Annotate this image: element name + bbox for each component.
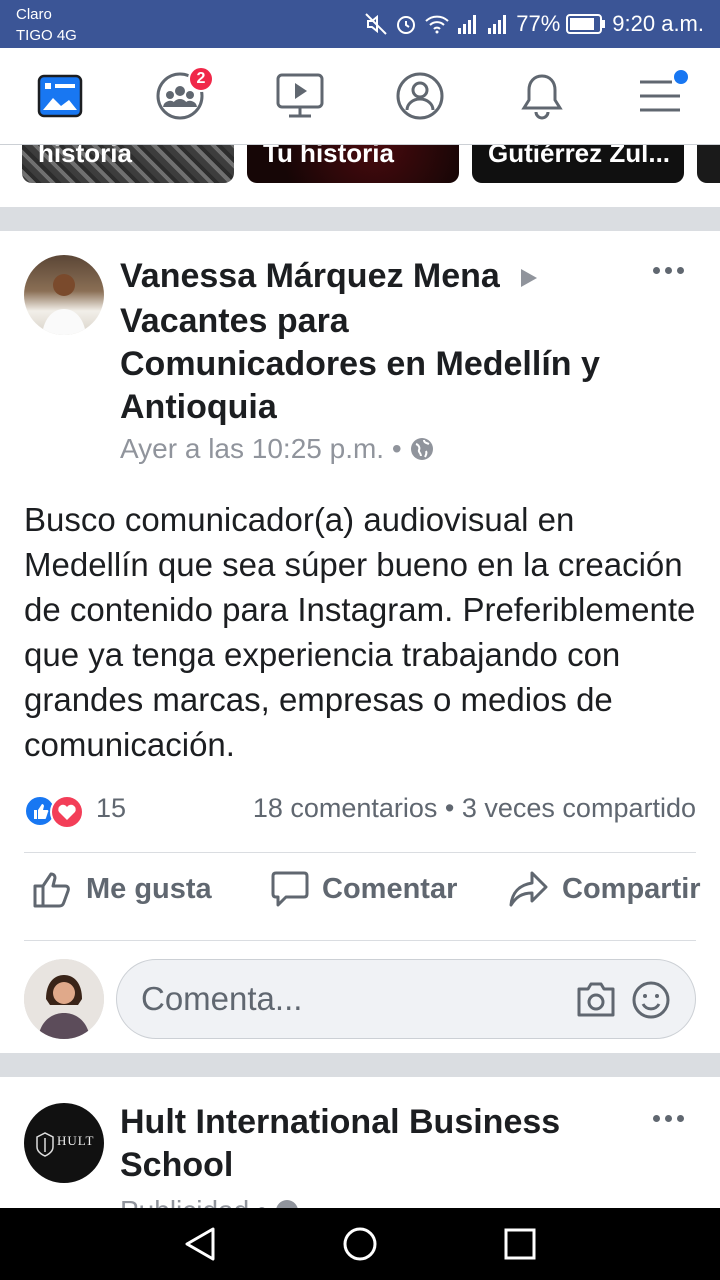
sponsored-post-card: HULT Hult International Business School … [0, 1077, 720, 1208]
post-meta: Ayer a las 10:25 p.m. • [120, 433, 434, 465]
news-feed-tab[interactable] [32, 70, 88, 122]
comment-placeholder: Comenta... [141, 980, 303, 1017]
android-nav-bar [0, 1208, 720, 1280]
author-avatar[interactable] [24, 255, 104, 335]
post-text: Busco comunicador(a) audiovisual en Mede… [24, 501, 696, 763]
back-icon[interactable] [183, 1226, 217, 1262]
more-dot-icon [677, 1115, 684, 1122]
more-dot-icon [665, 267, 672, 274]
engagement-stats[interactable]: 18 comentarios • 3 veces compartido [253, 793, 696, 824]
group-name-line: Vacantes para [120, 301, 349, 340]
sponsored-label: Publicidad • [120, 1195, 267, 1208]
status-icons: 77% 9:20 a.m. [364, 8, 704, 40]
emoji-icon[interactable] [631, 980, 671, 1020]
carrier-network: TIGO 4G [16, 27, 77, 44]
mute-icon [365, 13, 387, 35]
share-label: Compartir [562, 872, 701, 905]
status-bar: Claro TIGO 4G 77% 9:20 a.m. [0, 0, 720, 48]
hult-logo-text: HULT [57, 1133, 95, 1148]
friends-badge: 2 [188, 66, 214, 92]
reactions-summary[interactable]: 15 18 comentarios • 3 veces compartido [24, 791, 696, 831]
share-button[interactable]: Compartir [508, 861, 701, 917]
alarm-icon [397, 16, 416, 34]
sponsored-meta: Publicidad • [120, 1195, 299, 1208]
profile-tab[interactable] [392, 70, 448, 122]
divider [24, 940, 696, 941]
home-icon[interactable] [342, 1226, 378, 1262]
menu-notification-dot [672, 68, 690, 86]
comment-icon [271, 871, 309, 907]
comment-label: Comentar [322, 872, 458, 905]
carrier-name: Claro [16, 6, 52, 23]
group-name-line: Comunicadores en Medellín y [120, 344, 600, 383]
recents-icon[interactable] [504, 1228, 536, 1260]
author-name[interactable]: Vanessa Márquez Mena [120, 257, 500, 295]
watch-icon [276, 73, 324, 118]
stories-strip: historia Tu historia Gutiérrez Zul... [0, 145, 720, 207]
friends-tab[interactable]: 2 [152, 66, 214, 122]
feed-separator [0, 1053, 720, 1077]
carrier-info: Claro TIGO 4G [16, 4, 77, 46]
like-button[interactable]: Me gusta [32, 861, 212, 917]
current-user-avatar[interactable] [24, 959, 104, 1039]
comment-input[interactable]: Comenta... [116, 959, 696, 1039]
divider [24, 852, 696, 853]
camera-icon[interactable] [575, 981, 617, 1019]
story-label: Gutiérrez Zul... [488, 145, 671, 168]
post-card: Vanessa Márquez Mena Vacantes para Comuni… [0, 231, 720, 1053]
group-name-line: Antioquia [120, 387, 277, 426]
news-feed-icon [37, 74, 83, 118]
watch-tab[interactable] [272, 70, 328, 122]
story-label: Tu historia [263, 145, 394, 168]
post-options-button[interactable] [653, 267, 684, 274]
story-card[interactable]: historia [22, 145, 234, 183]
top-nav-bar: 2 [0, 48, 720, 145]
like-icon [33, 872, 70, 908]
post-author-header: Vanessa Márquez Mena Vacantes para Comuni… [120, 255, 640, 429]
reaction-count: 15 [96, 793, 127, 823]
globe-icon [276, 1200, 298, 1208]
battery-percent: 77% [516, 11, 561, 36]
clock: 9:20 a.m. [612, 11, 704, 36]
group-name[interactable]: Vacantes para Comunicadores en Medellín y… [120, 302, 600, 426]
story-card[interactable] [697, 145, 720, 183]
wifi-icon [425, 15, 449, 34]
globe-icon [410, 438, 433, 460]
hult-logo-avatar[interactable]: HULT [24, 1103, 104, 1183]
story-card[interactable]: Gutiérrez Zul... [472, 145, 684, 183]
more-dot-icon [653, 1115, 660, 1122]
signal-icon-2 [488, 15, 507, 34]
sponsor-name-line: School [120, 1146, 234, 1184]
arrow-right-icon [519, 257, 539, 300]
more-dot-icon [665, 1115, 672, 1122]
more-dot-icon [677, 267, 684, 274]
notifications-icon [521, 74, 563, 120]
post-timestamp[interactable]: Ayer a las 10:25 p.m. • [120, 433, 402, 465]
story-label: historia [38, 145, 132, 168]
notifications-tab[interactable] [514, 70, 570, 122]
battery-icon [566, 14, 606, 34]
avatar-image [42, 274, 86, 335]
menu-tab[interactable] [632, 68, 690, 122]
share-icon [509, 871, 548, 907]
story-card[interactable]: Tu historia [247, 145, 459, 183]
sponsor-name-line: Hult International Business [120, 1103, 561, 1141]
profile-icon [396, 72, 444, 120]
feed-separator [0, 207, 720, 231]
post-options-button[interactable] [653, 1115, 684, 1122]
comment-button[interactable]: Comentar [270, 861, 457, 917]
signal-icon [458, 15, 477, 34]
like-label: Me gusta [86, 872, 212, 905]
sponsor-name[interactable]: Hult International Business School [120, 1101, 640, 1187]
more-dot-icon [653, 267, 660, 274]
user-avatar-image [24, 959, 104, 1039]
love-reaction-icon [50, 795, 84, 829]
